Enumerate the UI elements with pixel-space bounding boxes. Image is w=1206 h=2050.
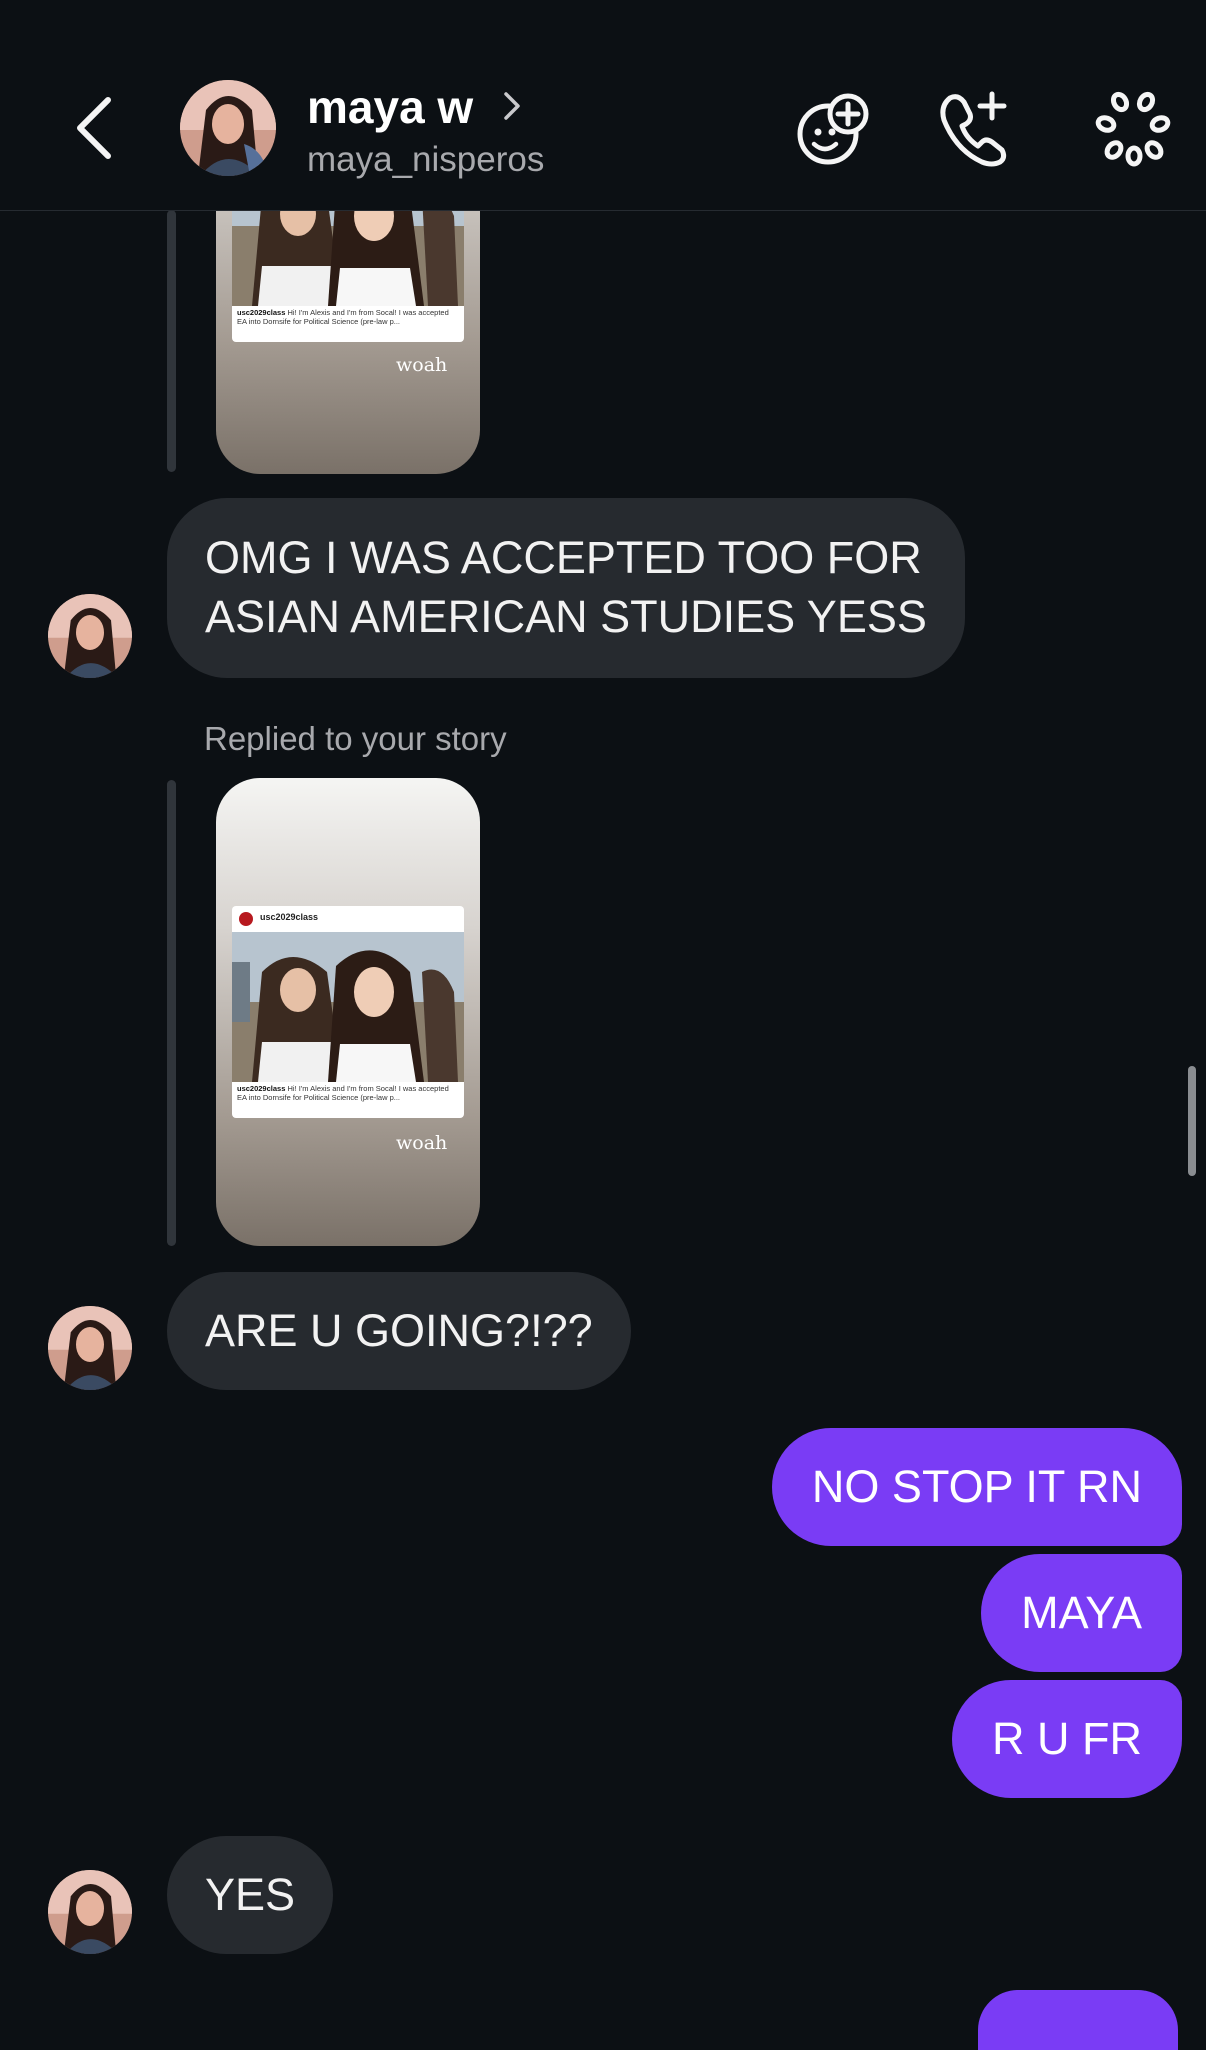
avatar[interactable] — [48, 1870, 132, 1954]
message-bubble-outgoing[interactable]: MAYA — [981, 1554, 1182, 1672]
chevron-right-icon[interactable] — [500, 86, 524, 126]
story-post-preview: usc2029class usc2029class Hi! I'm Alexis… — [232, 906, 464, 1118]
sticker-add-icon[interactable] — [794, 88, 874, 168]
back-chevron-icon[interactable] — [66, 88, 126, 168]
post-header: usc2029class — [232, 906, 464, 930]
story-reply-bar — [167, 780, 176, 1246]
avatar[interactable] — [48, 594, 132, 678]
avatar[interactable] — [48, 1306, 132, 1390]
message-bubble-incoming[interactable]: YES — [167, 1836, 334, 1954]
message-text: R U FR — [992, 1713, 1142, 1764]
message-bubble-outgoing[interactable]: NO STOP IT RN — [771, 1428, 1182, 1546]
message-text: MAYA — [1021, 1587, 1142, 1638]
contact-username[interactable]: maya_nisperos — [307, 140, 544, 180]
message-text: ASIAN AMERICAN STUDIES YESS — [205, 591, 927, 642]
story-text-overlay: woah — [396, 354, 448, 376]
contact-name[interactable]: maya w — [307, 80, 473, 134]
message-text: YES — [205, 1869, 296, 1920]
more-flower-icon[interactable] — [1094, 88, 1174, 168]
post-caption: usc2029class Hi! I'm Alexis and I'm from… — [237, 1084, 449, 1102]
story-text-overlay: woah — [396, 1132, 448, 1154]
message-text: OMG I WAS ACCEPTED TOO FOR — [205, 532, 922, 583]
scrollbar[interactable] — [1188, 1066, 1196, 1176]
replied-to-story-label: Replied to your story — [204, 720, 507, 757]
message-text: NO STOP IT RN — [811, 1461, 1142, 1512]
story-reply-bar — [167, 210, 176, 472]
message-bubble-outgoing[interactable]: R U FR — [952, 1680, 1182, 1798]
usc-logo-icon — [239, 912, 253, 926]
post-caption: usc2029class Hi! I'm Alexis and I'm from… — [237, 308, 449, 326]
post-photo — [232, 932, 464, 1082]
message-text: ARE U GOING?!?? — [205, 1305, 593, 1356]
post-username: usc2029class — [260, 912, 319, 922]
chat-header: maya w maya_nisperos — [0, 0, 1206, 211]
message-bubble-incoming[interactable]: OMG I WAS ACCEPTED TOO FOR ASIAN AMERICA… — [167, 498, 965, 678]
story-card[interactable]: usc2029class usc2029class Hi! I'm Alexis… — [216, 778, 480, 1246]
phone-plus-icon[interactable] — [934, 88, 1014, 168]
avatar[interactable] — [180, 80, 276, 176]
message-bubble-incoming[interactable]: ARE U GOING?!?? — [167, 1272, 631, 1390]
message-bubble-outgoing[interactable] — [978, 1990, 1178, 2050]
